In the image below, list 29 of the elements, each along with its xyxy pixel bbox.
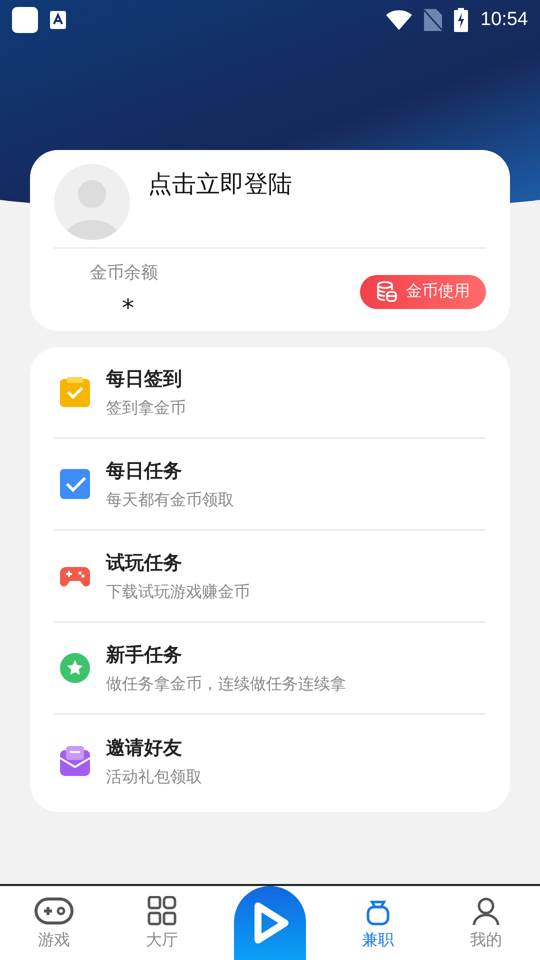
nav-tab[interactable]: 大厅 <box>108 886 216 960</box>
app-notification-icon <box>12 7 38 33</box>
keyboard-icon <box>50 11 66 29</box>
login-link[interactable]: 点击立即登陆 <box>148 168 292 246</box>
nav-tab[interactable]: 我的 <box>432 886 540 960</box>
checkbox-icon <box>60 469 90 499</box>
task-title[interactable]: 每日签到 <box>106 366 186 392</box>
battery-charging-icon <box>454 8 468 32</box>
play-button[interactable] <box>234 886 306 960</box>
task-subtitle: 每天都有金币领取 <box>106 490 234 510</box>
task-title[interactable]: 邀请好友 <box>106 734 202 760</box>
nav-tab[interactable]: 兼职 <box>324 886 432 960</box>
gamepad-icon <box>34 896 74 926</box>
task-subtitle: 签到拿金币 <box>106 398 186 418</box>
task-title[interactable]: 试玩任务 <box>106 550 250 576</box>
task-subtitle: 下载试玩游戏赚金币 <box>106 582 250 602</box>
clipboard-check-icon <box>60 377 90 407</box>
task-subtitle: 做任务拿金币，连续做任务连续拿 <box>106 674 346 694</box>
task-title[interactable]: 每日任务 <box>106 458 234 484</box>
task-title[interactable]: 新手任务 <box>106 642 346 668</box>
nav-tab[interactable]: 游戏 <box>0 886 108 960</box>
envelope-icon <box>60 746 90 776</box>
wifi-icon <box>386 10 412 30</box>
status-time: 10:54 <box>480 9 528 31</box>
balance-label: 金币余额 <box>90 262 158 284</box>
no-sim-icon <box>424 9 442 31</box>
coins-icon <box>376 280 398 302</box>
task-subtitle: 活动礼包领取 <box>106 766 202 788</box>
balance-value: * <box>122 294 135 322</box>
